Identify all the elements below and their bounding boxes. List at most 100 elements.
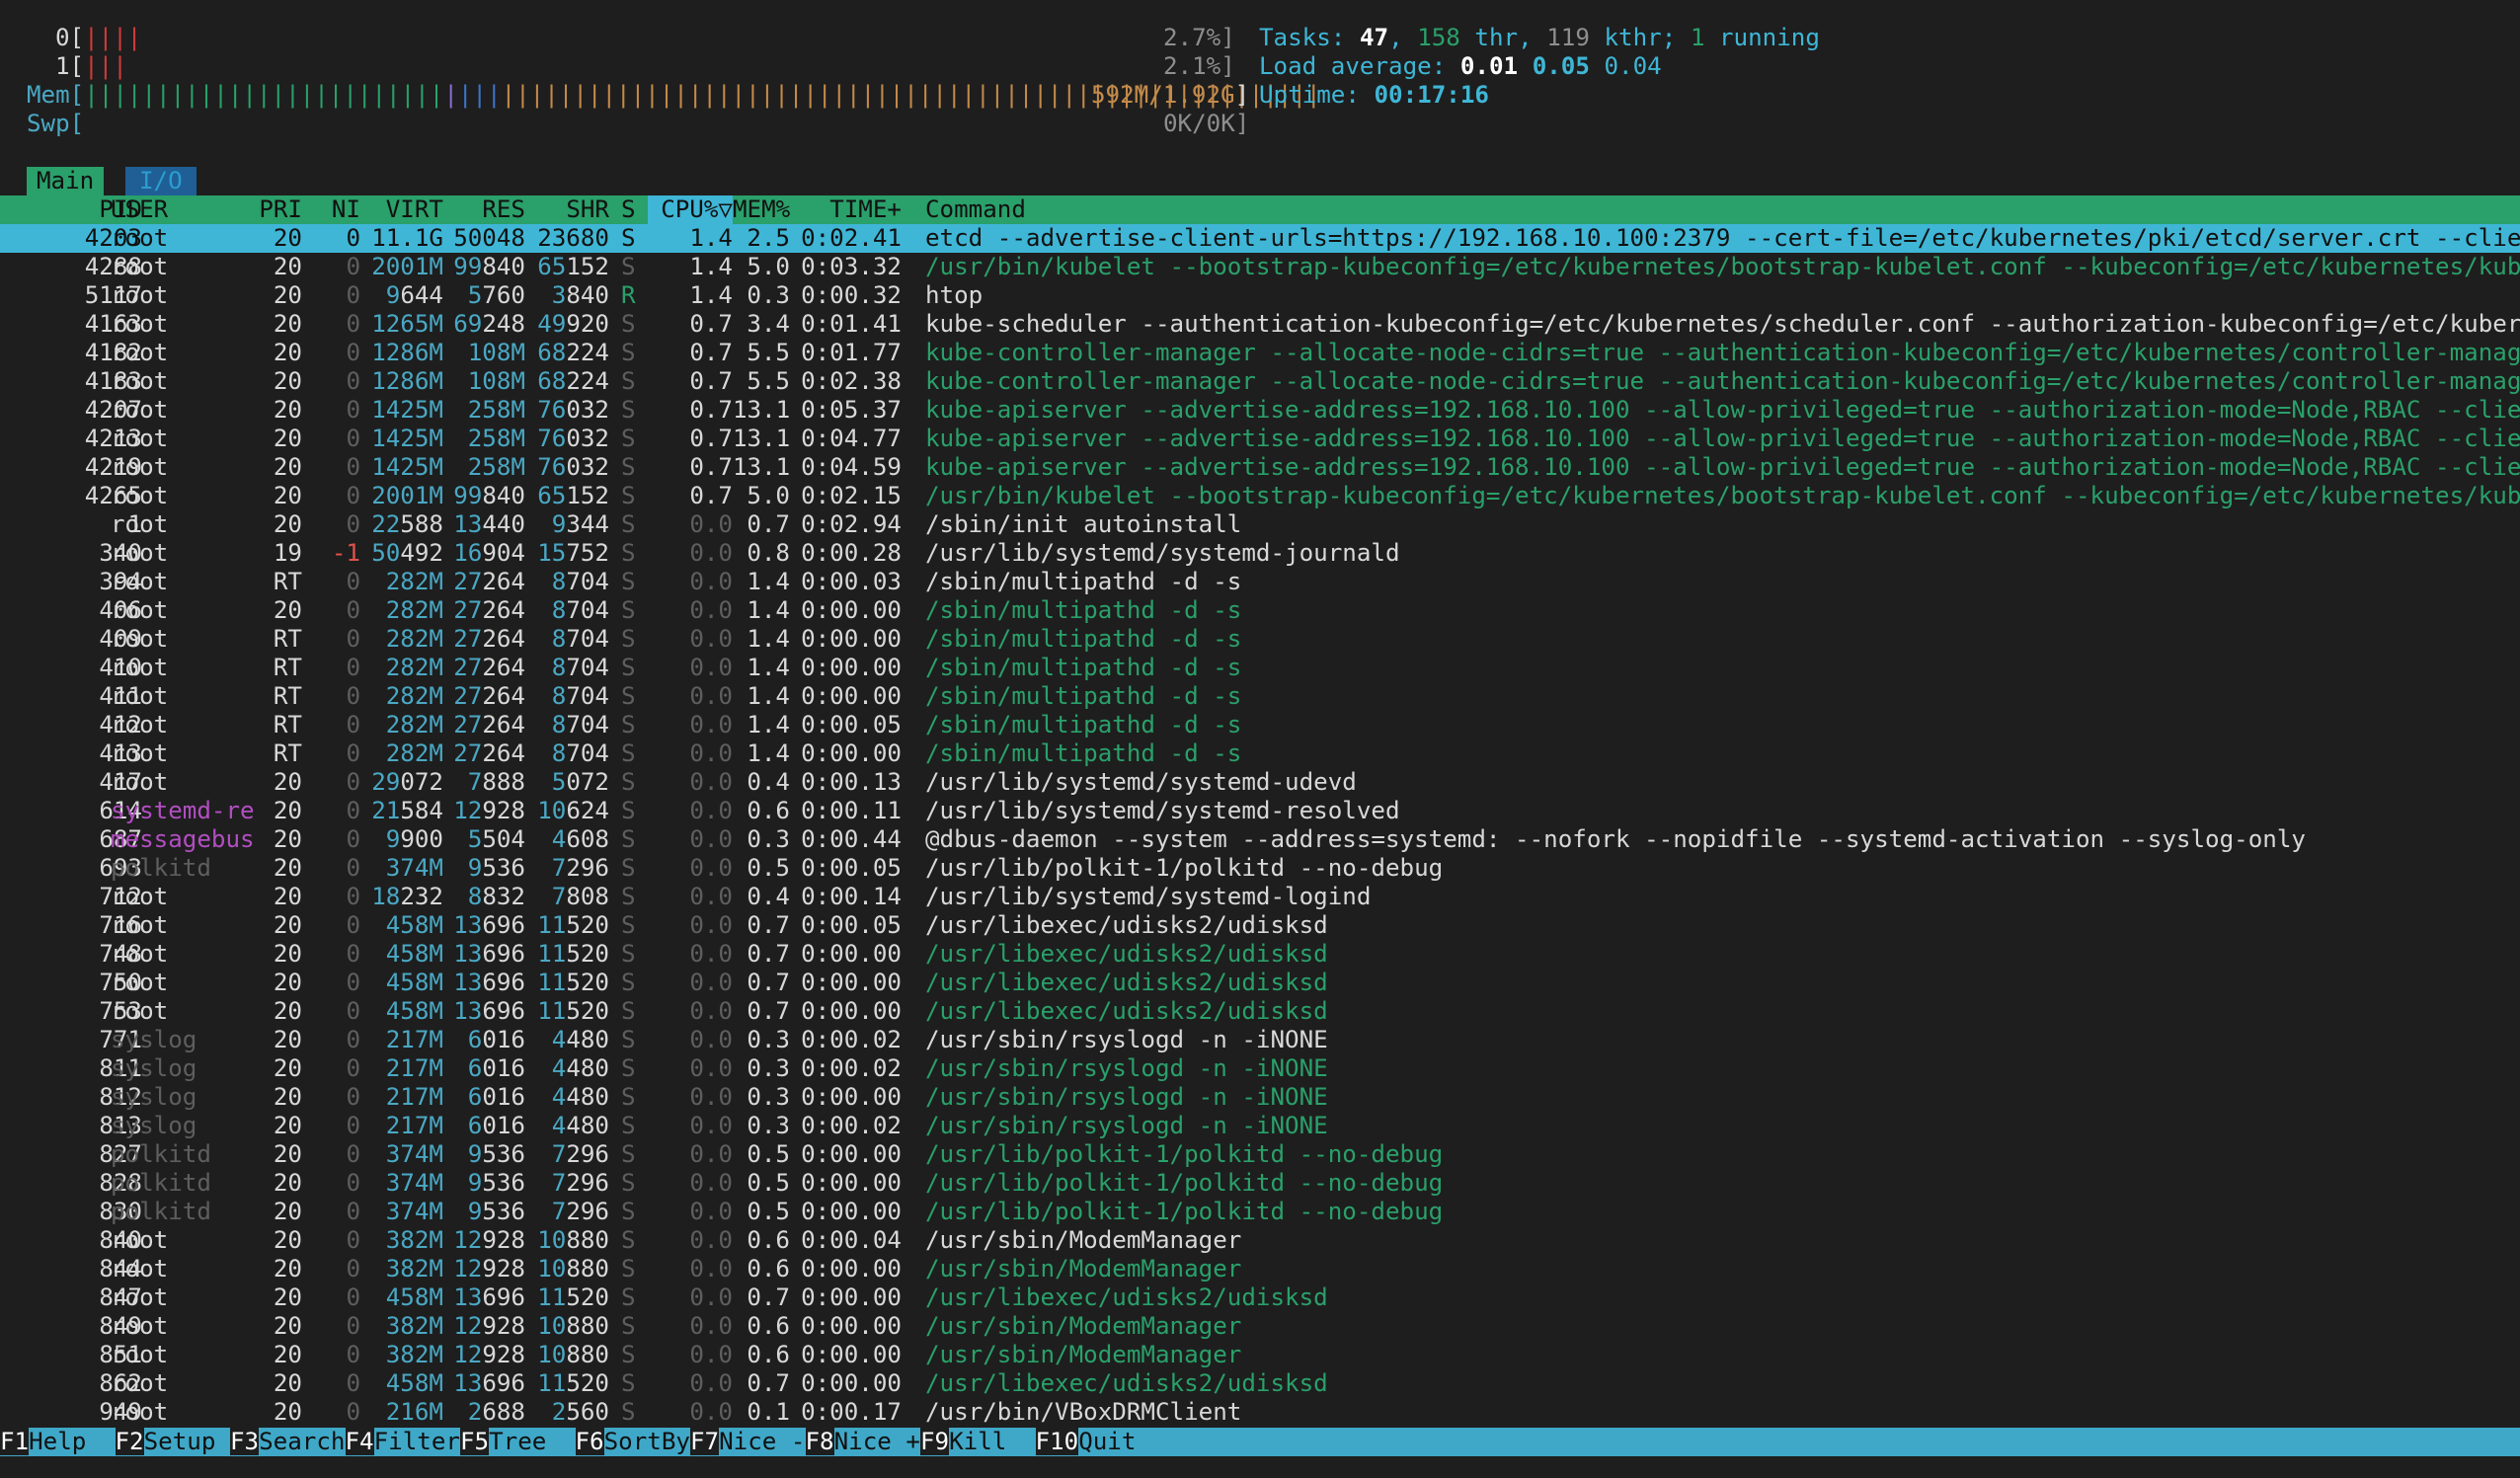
col-cpu[interactable]: CPU%▽ [648,195,733,224]
process-row[interactable]: 409 root RT 0 282M 27264 8704 S 0.0 1.4 0:00.00/sb… [0,625,2520,654]
process-row[interactable]: 411 root RT 0 282M 27264 8704 S 0.0 1.4 0:00.00/sb… [0,682,2520,711]
process-row[interactable]: 753 root 20 0 458M 13696 11520 S 0.0 0.7 0:00.00/u… [0,997,2520,1026]
process-row[interactable]: 4219 root 20 0 1425M 258M 76032 S 0.7 13.1 0:04.59… [0,453,2520,482]
process-row[interactable]: 4203 root 20 0 11.1G 50048 23680 S 1.4 2.5 0:02.41… [0,224,2520,253]
col-pri[interactable]: PRI [237,195,302,224]
function-keys: F1Help F2Setup F3SearchF4FilterF5Tree F6… [0,1428,1137,1456]
col-res[interactable]: RES [444,195,525,224]
col-mem[interactable]: MEM% [733,195,790,224]
process-row[interactable]: 4163 root 20 0 1265M 69248 49920 S 0.7 3.4 0:01.41… [0,310,2520,339]
cell-shr: 3840 [551,281,609,309]
fkey-f1-label[interactable]: Help [29,1428,116,1455]
fkey-f4-label[interactable]: Filter [373,1428,460,1455]
process-row[interactable]: 4183 root 20 0 1286M 108M 68224 S 0.7 5.5 0:02.38 k… [0,367,2520,396]
fkey-f5[interactable]: F5 [460,1428,490,1455]
process-row[interactable]: 844 root 20 0 382M 12928 10880 S 0.0 0.6 0:00.00/u… [0,1255,2520,1284]
col-state[interactable]: S [621,195,636,224]
cell-user: root [111,453,169,481]
process-row[interactable]: 949 root 20 0 216M 2688 2560 S 0.0 0.1 0:00.17/usr… [0,1398,2520,1427]
process-row[interactable]: 847 root 20 0 458M 13696 11520 S 0.0 0.7 0:00.00/u… [0,1284,2520,1312]
process-row[interactable]: 1 root 20 0 22588 13440 9344 S 0.0 0.7 0:02.94/sbi… [0,510,2520,539]
process-row[interactable]: 4213 root 20 0 1425M 258M 76032 S 0.7 13.1 0:04.77… [0,425,2520,453]
col-ni[interactable]: NI [306,195,360,224]
cell-time: 0:00.00 [801,1341,902,1368]
mem-bars-used: ||||||||||||||||||||||||| [84,81,444,109]
cell-virt: 11.1G [371,224,443,252]
fkey-f2[interactable]: F2 [115,1428,144,1455]
fkey-f3-label[interactable]: Search [259,1428,346,1455]
fkey-f9-label[interactable]: Kill [949,1428,1036,1455]
fkey-f10-label[interactable]: Quit [1078,1428,1137,1455]
process-row[interactable]: 4288 root 20 0 2001M 99840 65152 S 1.4 5.0 0:03.32… [0,253,2520,281]
fkey-f7-label[interactable]: Nice - [719,1428,806,1455]
cell-user: root [111,367,169,395]
fkey-f9[interactable]: F9 [920,1428,950,1455]
process-row[interactable]: 750 root 20 0 458M 13696 11520 S 0.0 0.7 0:00.00/u… [0,969,2520,997]
cpu1-label: 1[ [55,52,85,80]
process-row[interactable]: 5117 root 20 0 9644 5760 3840 R 1.4 0.3 0:00.32 hto… [0,281,2520,310]
col-command[interactable]: Command [925,195,1026,224]
cell-cmd: /usr/libexec/udisks2/udisksd [925,997,1328,1025]
process-row[interactable]: 614 systemd-re 20 0 21584 12928 10624 S 0.0 0.6 0:… [0,797,2520,825]
process-row[interactable]: 812 syslog 20 0 217M 6016 4480 S 0.0 0.3 0:00.00/u… [0,1083,2520,1112]
col-shr[interactable]: SHR [526,195,609,224]
process-row[interactable]: 417 root 20 0 29072 7888 5072 S 0.0 0.4 0:00.13/us… [0,768,2520,797]
fkey-f3[interactable]: F3 [230,1428,260,1455]
cell-ni: 0 [346,854,360,882]
col-user[interactable]: USER [111,195,168,224]
cell-cmd: @dbus-daemon --system --address=systemd:… [925,825,2306,853]
process-row[interactable]: 828 polkitd 20 0 374M 9536 7296 S 0.0 0.5 0:00.00/… [0,1169,2520,1198]
fkey-f6[interactable]: F6 [575,1428,604,1455]
process-row[interactable]: 840 root 20 0 382M 12928 10880 S 0.0 0.6 0:00.04/u… [0,1226,2520,1255]
cell-time: 0:00.05 [801,854,902,882]
tab-io[interactable]: I/O [125,167,197,195]
process-row[interactable]: 712 root 20 0 18232 8832 7808 S 0.0 0.4 0:00.14/us… [0,883,2520,911]
fkey-f8-label[interactable]: Nice + [833,1428,920,1455]
process-row[interactable]: 4265 root 20 0 2001M 99840 65152 S 0.7 5.0 0:02.15… [0,482,2520,510]
process-row[interactable]: 413 root RT 0 282M 27264 8704 S 0.0 1.4 0:00.00/sb… [0,739,2520,768]
cpu1-value: 2.1%] [1163,52,1235,80]
fkey-f6-label[interactable]: SortBy [603,1428,690,1455]
col-virt[interactable]: VIRT [360,195,443,224]
process-row[interactable]: 687 messagebus 20 0 9900 5504 4608 S 0.0 0.3 0:00.… [0,825,2520,854]
fkey-f1[interactable]: F1 [0,1428,30,1455]
fkey-f8[interactable]: F8 [805,1428,834,1455]
fkey-f10[interactable]: F10 [1035,1428,1079,1455]
process-row[interactable]: 827 polkitd 20 0 374M 9536 7296 S 0.0 0.5 0:00.00/… [0,1140,2520,1169]
fkey-f5-label[interactable]: Tree [489,1428,576,1455]
cell-res: 258M [467,425,525,452]
cell-ni: 0 [346,1284,360,1311]
cell-pri: 20 [273,1284,302,1311]
process-row[interactable]: 862 root 20 0 458M 13696 11520 S 0.0 0.7 0:00.00/u… [0,1369,2520,1398]
process-row[interactable]: 849 root 20 0 382M 12928 10880 S 0.0 0.6 0:00.00/u… [0,1312,2520,1341]
cell-time: 0:00.02 [801,1054,902,1082]
cell-shr: 49920 [537,310,609,338]
process-row[interactable]: 830 polkitd 20 0 374M 9536 7296 S 0.0 0.5 0:00.00/… [0,1198,2520,1226]
process-row[interactable]: 406 root 20 0 282M 27264 8704 S 0.0 1.4 0:00.00/sb… [0,596,2520,625]
cell-shr: 9344 [551,510,609,538]
process-row[interactable]: 410 root RT 0 282M 27264 8704 S 0.0 1.4 0:00.00/sb… [0,654,2520,682]
cell-virt: 217M [385,1054,443,1082]
cell-pri: 20 [273,1198,302,1225]
cell-pri: 20 [273,1054,302,1082]
process-row[interactable]: 716 root 20 0 458M 13696 11520 S 0.0 0.7 0:00.05/u… [0,911,2520,940]
process-row[interactable]: 851 root 20 0 382M 12928 10880 S 0.0 0.6 0:00.00/u… [0,1341,2520,1369]
process-row[interactable]: 771 syslog 20 0 217M 6016 4480 S 0.0 0.3 0:00.02/u… [0,1026,2520,1054]
col-time[interactable]: TIME+ [790,195,902,224]
process-row[interactable]: 412 root RT 0 282M 27264 8704 S 0.0 1.4 0:00.05/sb… [0,711,2520,739]
fkey-f4[interactable]: F4 [345,1428,374,1455]
fkey-f2-label[interactable]: Setup [143,1428,230,1455]
cell-virt: 382M [385,1226,443,1254]
cell-user: root [111,339,169,366]
process-row[interactable]: 4182 root 20 0 1286M 108M 68224 S 0.7 5.5 0:01.77 k… [0,339,2520,367]
tab-main[interactable]: Main [27,167,105,195]
process-row[interactable]: 811 syslog 20 0 217M 6016 4480 S 0.0 0.3 0:00.02/u… [0,1054,2520,1083]
process-row[interactable]: 340 root 19 -1 50492 16904 15752 S 0.0 0.8 0:00.28… [0,539,2520,568]
process-row[interactable]: 813 syslog 20 0 217M 6016 4480 S 0.0 0.3 0:00.02/u… [0,1112,2520,1140]
fkey-f7[interactable]: F7 [690,1428,720,1455]
process-row[interactable]: 394 root RT 0 282M 27264 8704 S 0.0 1.4 0:00.03/sb… [0,568,2520,596]
process-row[interactable]: 693 polkitd 20 0 374M 9536 7296 S 0.0 0.5 0:00.05/… [0,854,2520,883]
process-row[interactable]: 4207 root 20 0 1425M 258M 76032 S 0.7 13.1 0:05.37… [0,396,2520,425]
process-row[interactable]: 748 root 20 0 458M 13696 11520 S 0.0 0.7 0:00.00/u… [0,940,2520,969]
cpu0-value: 2.7%] [1163,24,1235,51]
